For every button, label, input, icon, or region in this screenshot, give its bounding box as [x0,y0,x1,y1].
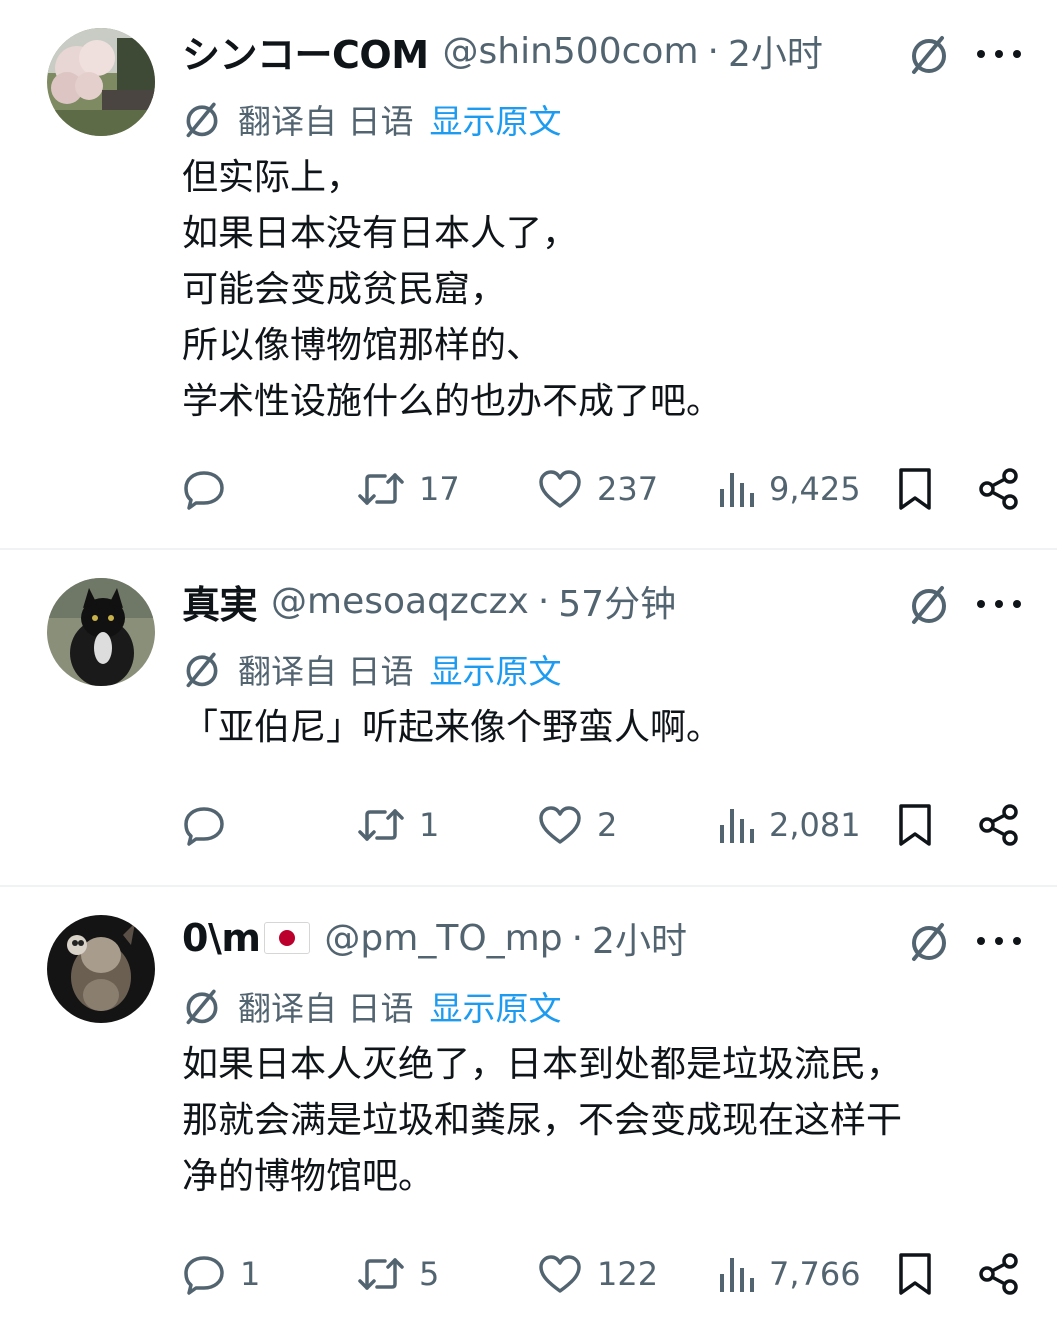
like-button[interactable]: 237 [537,464,658,514]
like-count: 2 [597,806,618,844]
retweet-icon [358,809,404,841]
retweet-button[interactable]: 1 [357,800,439,850]
views-count: 2,081 [769,806,861,844]
more-icon[interactable] [977,919,1021,963]
more-icon[interactable] [977,582,1021,626]
share-icon [979,1253,1018,1295]
translate-icon [186,989,218,1025]
reply-button[interactable]: 1 [182,1249,260,1299]
like-count: 237 [597,470,659,508]
timestamp[interactable]: 2小时 [728,25,823,77]
reply-button[interactable] [182,464,240,514]
like-icon [539,470,581,508]
avatar[interactable] [47,28,155,136]
user-handle[interactable]: @pm_TO_mp [324,918,562,959]
retweet-icon [358,473,404,505]
display-name[interactable]: 真実 [182,574,258,629]
like-button[interactable]: 122 [537,1249,658,1299]
tweet[interactable]: 0\m @pm_TO_mp · 2小时 翻译自 日语 显示原文 如果日本人灭绝了… [0,887,1057,1335]
avatar[interactable] [47,915,155,1023]
separator-dot: · [571,917,584,959]
grok-icon[interactable] [907,919,951,963]
tweet-text: 「亚伯尼」听起来像个野蛮人啊。 [182,707,723,748]
views-count: 9,425 [769,470,861,508]
views-button[interactable]: 7,766 [717,1249,861,1299]
user-handle[interactable]: @mesoaqzczx [271,581,529,622]
separator-dot: · [537,580,550,622]
bookmark-button[interactable] [895,800,935,850]
views-button[interactable]: 9,425 [717,464,861,514]
grok-icon[interactable] [907,582,951,626]
retweet-count: 5 [419,1255,440,1293]
show-original-link[interactable]: 显示原文 [430,95,562,143]
translate-icon [186,652,218,688]
separator-dot: · [707,30,719,72]
share-button[interactable] [977,1249,1021,1299]
timestamp[interactable]: 57分钟 [558,575,676,627]
action-bar: 17 237 9,425 [182,464,1027,514]
show-original-link[interactable]: 显示原文 [430,645,562,693]
japan-flag-icon [264,922,311,954]
bookmark-button[interactable] [895,464,935,514]
reply-icon [184,471,224,510]
user-handle[interactable]: @shin500com [443,31,699,72]
reply-count: 1 [240,1255,261,1293]
translated-from-label: 翻译自 日语 [238,102,414,141]
tweet-text: 如果日本人灭绝了，日本到处都是垃圾流民， 那就会满是垃圾和粪尿，不会变成现在这样… [182,1044,903,1197]
reply-icon [184,1256,224,1295]
tweet[interactable]: シンコーCOM @shin500com · 2小时 翻译自 日语 显示原文 但实… [0,0,1057,550]
like-icon [539,1255,581,1293]
translated-from-label: 翻译自 日语 [238,989,414,1028]
share-icon [979,468,1018,510]
like-button[interactable]: 2 [537,800,617,850]
more-icon[interactable] [977,32,1021,76]
reply-icon [184,807,224,846]
share-button[interactable] [977,800,1021,850]
reply-button[interactable] [182,800,240,850]
show-original-link[interactable]: 显示原文 [430,982,562,1030]
share-button[interactable] [977,464,1021,514]
grok-icon[interactable] [907,32,951,76]
tweet-text: 但实际上， 如果日本没有日本人了， 可能会变成贫民窟， 所以像博物馆那样的、 学… [182,157,723,422]
bookmark-icon [899,1253,931,1295]
views-count: 7,766 [769,1255,861,1293]
display-name[interactable]: 0\m [182,916,261,960]
display-name[interactable]: シンコーCOM [182,24,429,79]
action-bar: 1 2 2,081 [182,800,1027,850]
views-button[interactable]: 2,081 [717,800,861,850]
action-bar: 1 5 122 7,766 [182,1249,1027,1299]
timestamp[interactable]: 2小时 [592,912,687,964]
retweet-count: 1 [419,806,440,844]
retweet-count: 17 [419,470,460,508]
retweet-button[interactable]: 17 [357,464,460,514]
tweet[interactable]: 真実 @mesoaqzczx · 57分钟 翻译自 日语 显示原文 「亚伯尼」听… [0,550,1057,887]
views-icon [720,1258,754,1292]
retweet-button[interactable]: 5 [357,1249,439,1299]
bookmark-icon [899,804,931,846]
views-icon [720,473,754,507]
share-icon [979,804,1018,846]
like-icon [539,806,581,844]
bookmark-icon [899,468,931,510]
views-icon [720,809,754,843]
translated-from-label: 翻译自 日语 [238,652,414,691]
translate-icon [186,102,218,138]
avatar[interactable] [47,578,155,686]
like-count: 122 [597,1255,659,1293]
retweet-icon [358,1258,404,1290]
bookmark-button[interactable] [895,1249,935,1299]
